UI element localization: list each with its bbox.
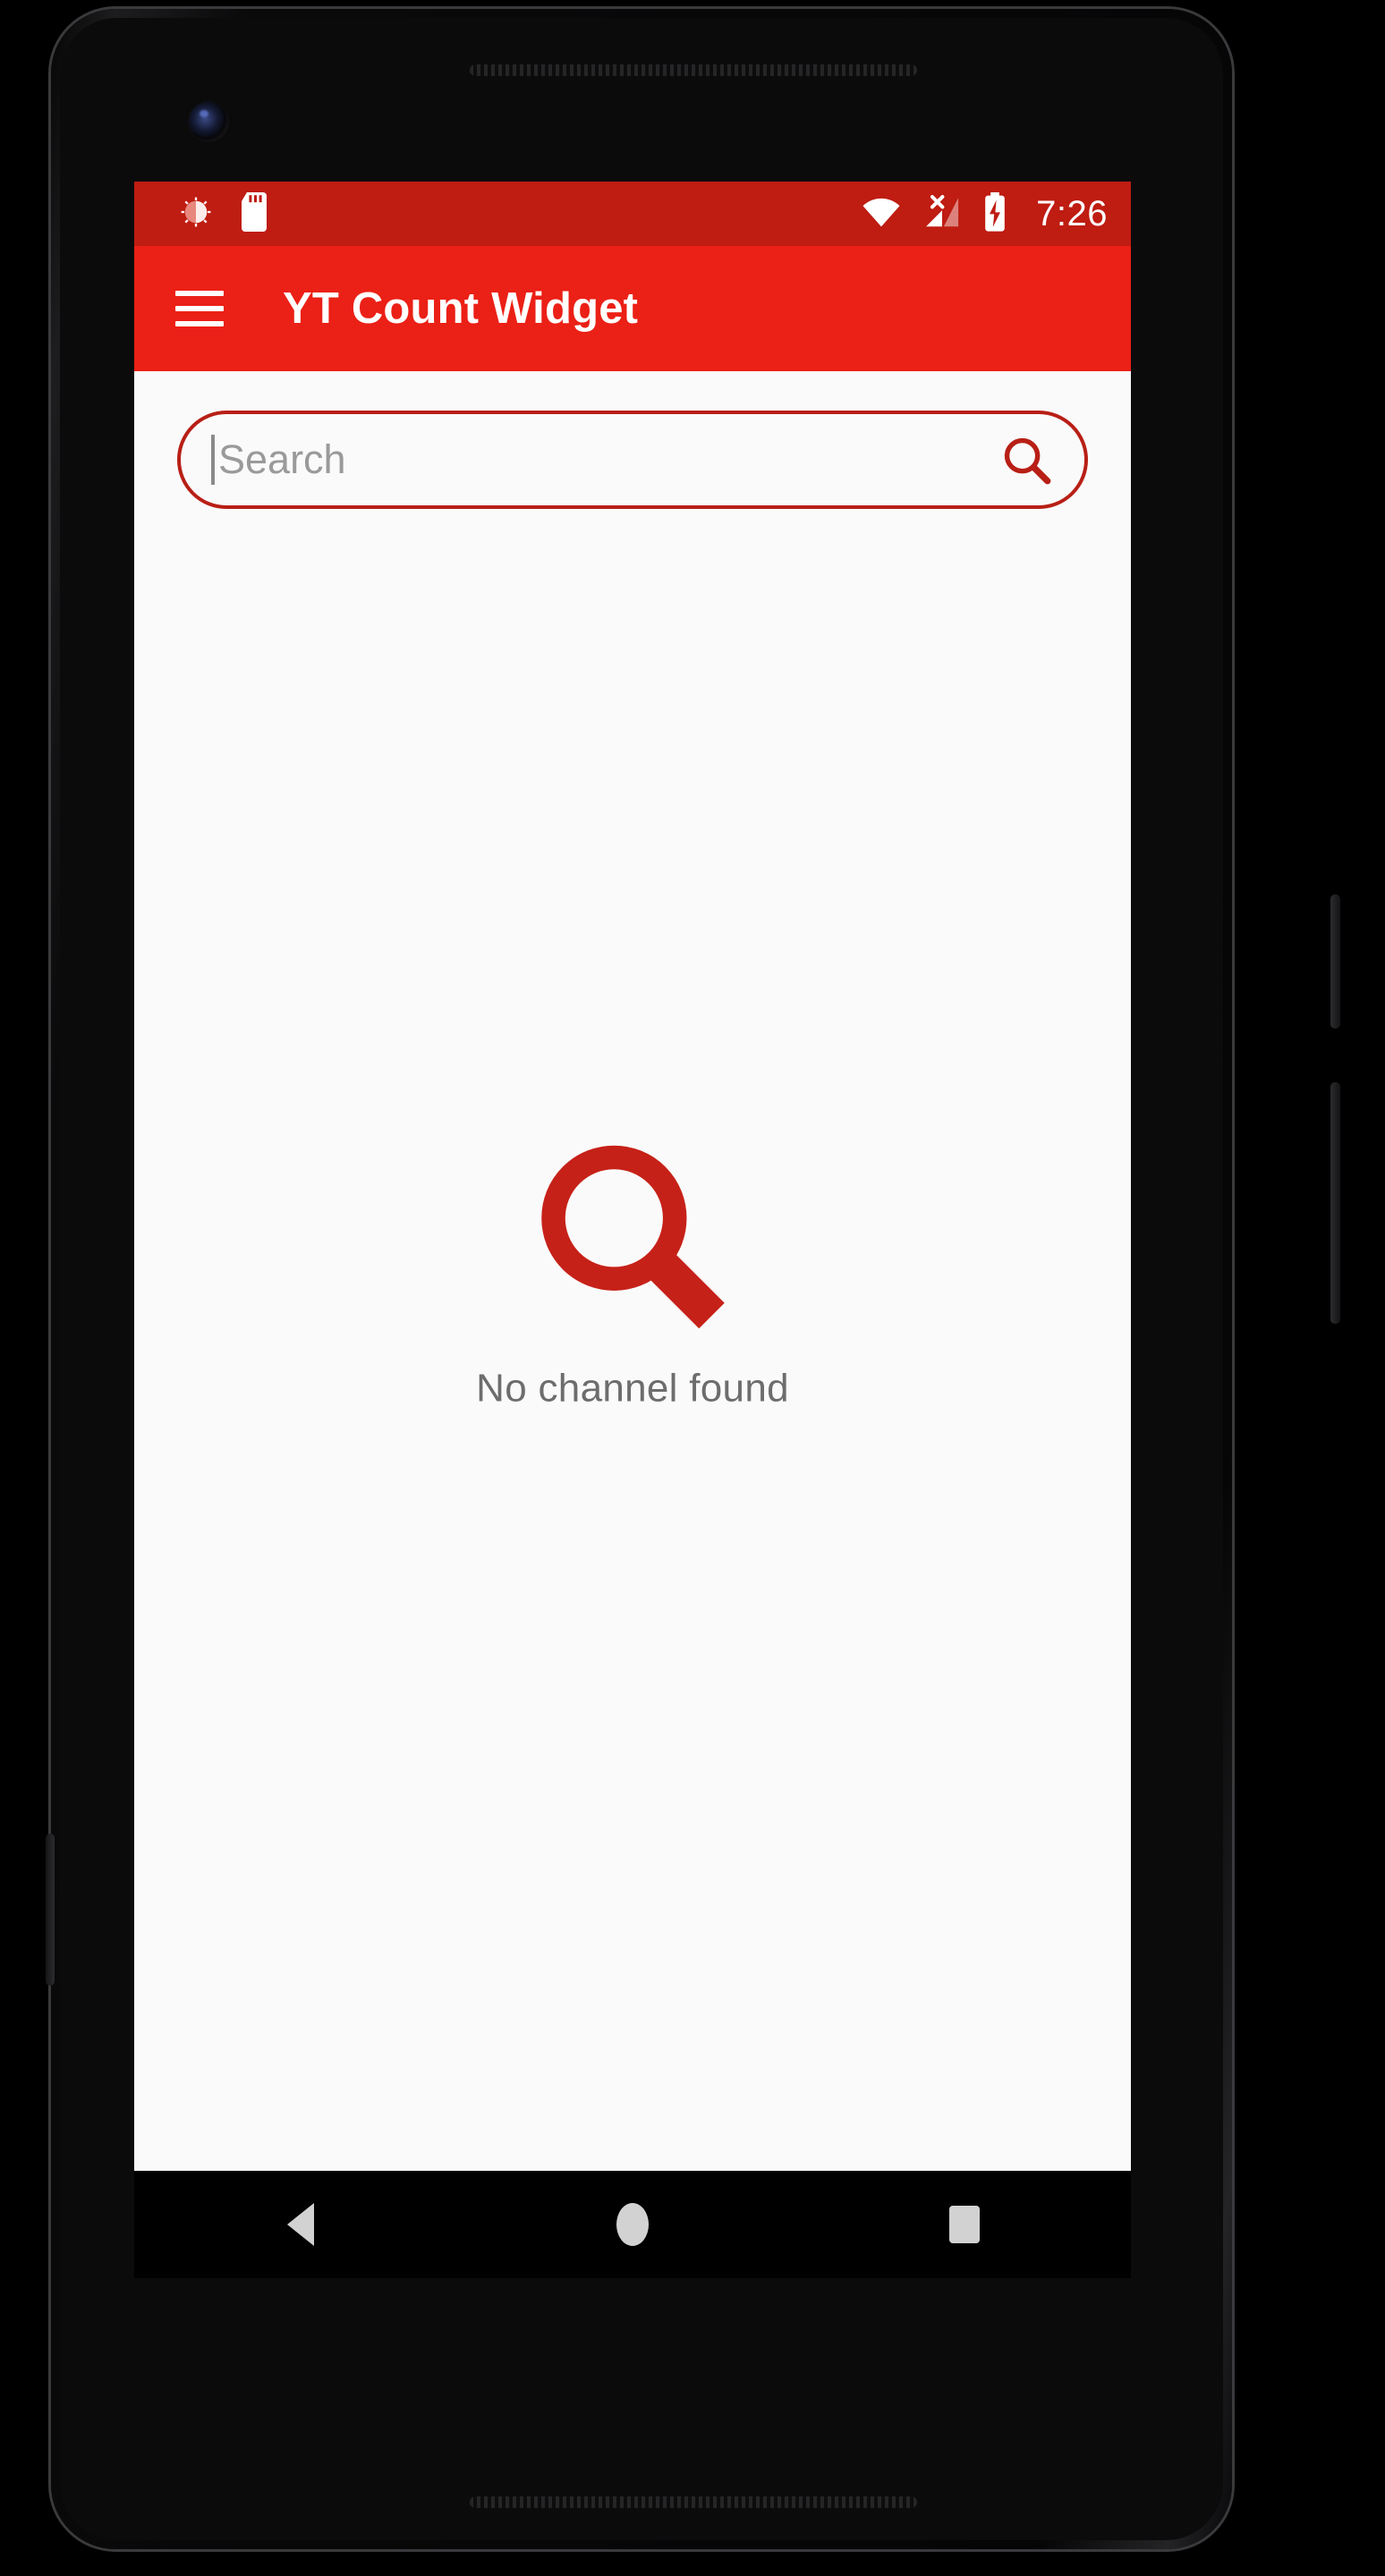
back-triangle-icon (286, 2203, 314, 2246)
search-input[interactable]: Search (177, 411, 1088, 509)
recents-square-icon (949, 2206, 981, 2243)
home-circle-icon (616, 2203, 649, 2246)
nav-back-button[interactable] (211, 2180, 390, 2269)
search-icon[interactable] (998, 432, 1054, 487)
sd-card-icon (238, 191, 270, 236)
empty-state: No channel found (134, 1131, 1131, 1411)
status-bar-system-icons: 7:26 (861, 191, 1108, 236)
hamburger-line (175, 291, 224, 296)
wifi-icon (861, 195, 902, 233)
bottom-speaker (469, 2496, 917, 2508)
side-accent-strip (46, 1834, 55, 1986)
front-camera-icon (189, 102, 228, 141)
device-frame: 7:26 YT Count Widget Search No channel f… (46, 9, 1340, 2567)
system-navigation-bar (134, 2171, 1131, 2278)
search-row: Search (134, 371, 1131, 509)
app-bar: YT Count Widget (134, 246, 1131, 371)
nav-home-button[interactable] (543, 2180, 722, 2269)
status-bar: 7:26 (134, 182, 1131, 246)
hamburger-line (175, 306, 224, 311)
status-bar-clock: 7:26 (1036, 193, 1108, 233)
volume-button[interactable] (1330, 1082, 1340, 1324)
battery-charging-icon (982, 191, 1007, 236)
hamburger-line (175, 321, 224, 326)
power-button[interactable] (1330, 894, 1340, 1029)
main-content: Search No channel found (134, 371, 1131, 2171)
earpiece-speaker (469, 64, 917, 76)
phone-screen: 7:26 YT Count Widget Search No channel f… (134, 182, 1131, 2171)
search-icon (527, 1131, 738, 1347)
cellular-no-sim-icon (922, 194, 963, 234)
status-bar-notifications (177, 191, 270, 236)
sync-brightness-icon (177, 193, 215, 235)
app-title: YT Count Widget (283, 284, 639, 333)
empty-state-message: No channel found (476, 1366, 789, 1411)
text-cursor (211, 435, 215, 485)
nav-recents-button[interactable] (875, 2180, 1054, 2269)
search-placeholder: Search (218, 436, 346, 482)
hamburger-menu-icon[interactable] (175, 291, 224, 326)
